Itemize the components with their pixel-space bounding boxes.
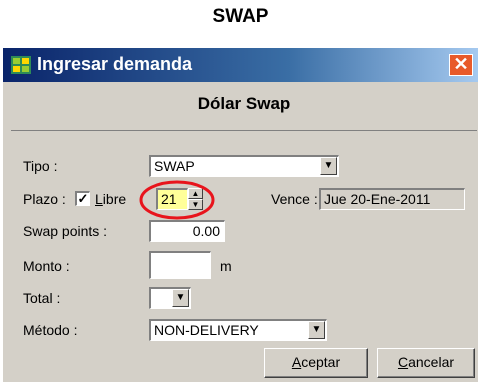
libre-checkbox[interactable]: ✓ xyxy=(75,191,90,206)
monto-label: Monto : xyxy=(23,258,70,274)
close-icon[interactable]: ✕ xyxy=(449,54,473,76)
header-panel: Dólar Swap xyxy=(11,86,477,131)
vence-label: Vence : xyxy=(271,191,318,207)
aceptar-accel: A xyxy=(291,354,302,370)
libre-label: Libre xyxy=(95,191,126,207)
cancelar-button[interactable]: Cancelar xyxy=(377,348,475,378)
tipo-value: SWAP xyxy=(154,158,195,174)
monto-unit: m xyxy=(220,258,232,274)
aceptar-label: ceptar xyxy=(301,354,341,370)
libre-label-rest: ibre xyxy=(102,191,127,207)
title-bar[interactable]: Ingresar demanda ✕ xyxy=(3,48,478,82)
vence-field: Jue 20-Ene-2011 xyxy=(319,188,465,210)
chevron-down-icon[interactable]: ▼ xyxy=(308,321,325,339)
chevron-down-icon[interactable]: ▼ xyxy=(172,289,189,307)
metodo-select[interactable]: NON-DELIVERY xyxy=(149,319,327,341)
tipo-select[interactable]: SWAP xyxy=(149,155,339,177)
app-grid-icon xyxy=(11,56,31,74)
swap-points-input[interactable]: 0.00 xyxy=(149,220,225,242)
annotation-circle xyxy=(139,180,215,220)
dialog-header: Dólar Swap xyxy=(197,94,291,113)
libre-label-accel: L xyxy=(95,191,103,207)
plazo-label: Plazo : xyxy=(23,191,66,207)
metodo-value: NON-DELIVERY xyxy=(154,322,259,338)
window-title: Ingresar demanda xyxy=(37,54,193,74)
swap-points-value: 0.00 xyxy=(192,223,220,239)
cancelar-label: ancelar xyxy=(408,354,455,370)
tipo-label: Tipo : xyxy=(23,158,58,174)
metodo-label: Método : xyxy=(23,322,78,338)
total-label: Total : xyxy=(23,290,61,306)
swap-points-label: Swap points : xyxy=(23,223,108,239)
dialog-window: Ingresar demanda ✕ Dólar Swap Tipo : SWA… xyxy=(2,47,478,382)
chevron-down-icon[interactable]: ▼ xyxy=(320,157,337,175)
page-title: SWAP xyxy=(212,6,269,27)
monto-input[interactable] xyxy=(149,251,211,279)
vence-value: Jue 20-Ene-2011 xyxy=(324,191,431,207)
cancelar-accel: C xyxy=(397,354,409,370)
aceptar-button[interactable]: Aceptar xyxy=(264,348,368,378)
